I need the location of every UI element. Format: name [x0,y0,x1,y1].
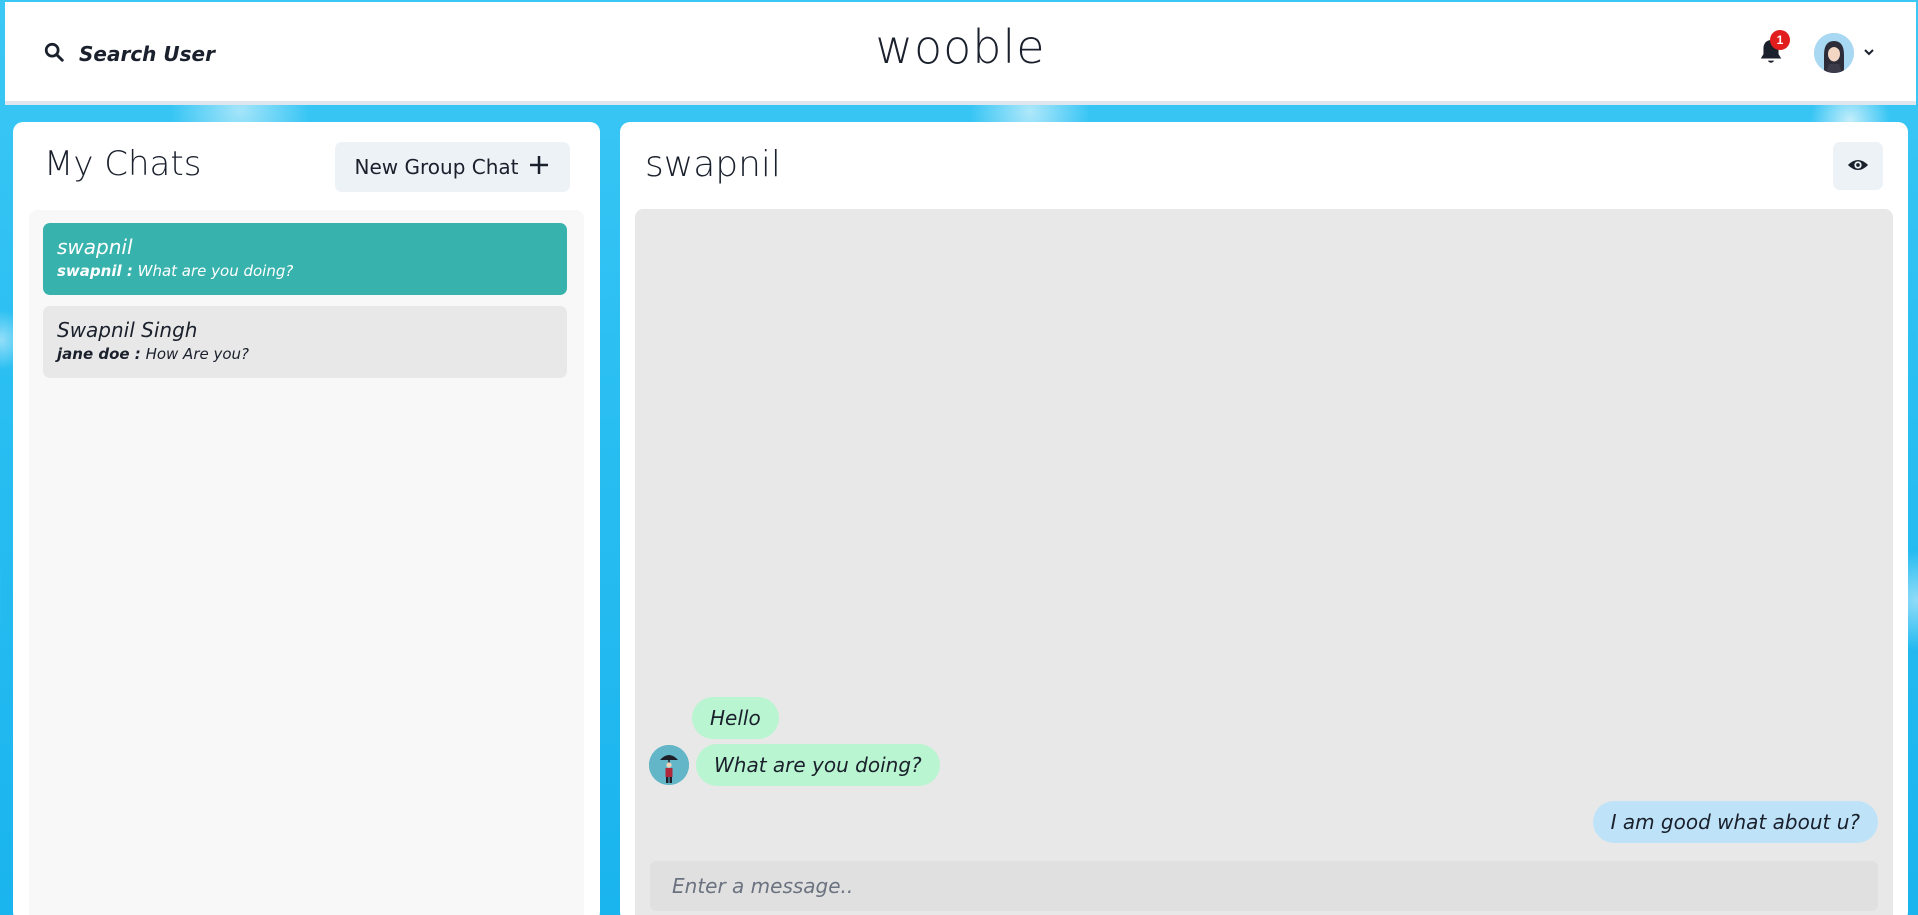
bell-icon [1758,40,1784,70]
message-input[interactable] [650,861,1878,911]
chat-preview-sender: jane doe : [57,345,141,363]
profile-menu-button[interactable] [1814,31,1876,75]
view-profile-button[interactable] [1833,142,1883,190]
my-chats-panel: My Chats New Group Chat swapnil swapnil … [13,122,600,915]
message-bubble: Hello [692,697,779,739]
new-group-chat-button[interactable]: New Group Chat [335,142,570,192]
chat-list: swapnil swapnil : What are you doing? Sw… [29,210,584,915]
notification-badge: 1 [1770,30,1790,50]
chat-list-item[interactable]: Swapnil Singh jane doe : How Are you? [43,306,567,378]
eye-icon [1847,154,1869,179]
messages-area: Hello What are you doing? I am good what… [635,209,1893,915]
conversation-title: swapnil [645,144,781,185]
sender-avatar[interactable] [649,745,689,785]
conversation-panel: swapnil Hello What are you doing? I am g… [620,122,1908,915]
chat-preview-text: What are you doing? [137,262,294,280]
chat-name: swapnil [57,235,133,259]
notifications-button[interactable]: 1 [1758,30,1790,70]
chat-list-item[interactable]: swapnil swapnil : What are you doing? [43,223,567,295]
chevron-down-icon [1862,44,1876,63]
new-group-chat-label: New Group Chat [354,155,519,179]
message-bubble: I am good what about u? [1592,801,1878,843]
chat-name: Swapnil Singh [57,318,198,342]
chat-preview-sender: swapnil : [57,262,133,280]
top-bar: Search User wooble 1 [5,2,1916,105]
chat-preview: swapnil : What are you doing? [57,261,553,281]
chat-preview-text: How Are you? [145,345,250,363]
plus-icon [528,154,550,181]
avatar [1814,33,1854,73]
chat-preview: jane doe : How Are you? [57,344,553,364]
app-logo: wooble [875,20,1046,74]
my-chats-title: My Chats [44,144,202,184]
message-bubble: What are you doing? [696,744,940,786]
